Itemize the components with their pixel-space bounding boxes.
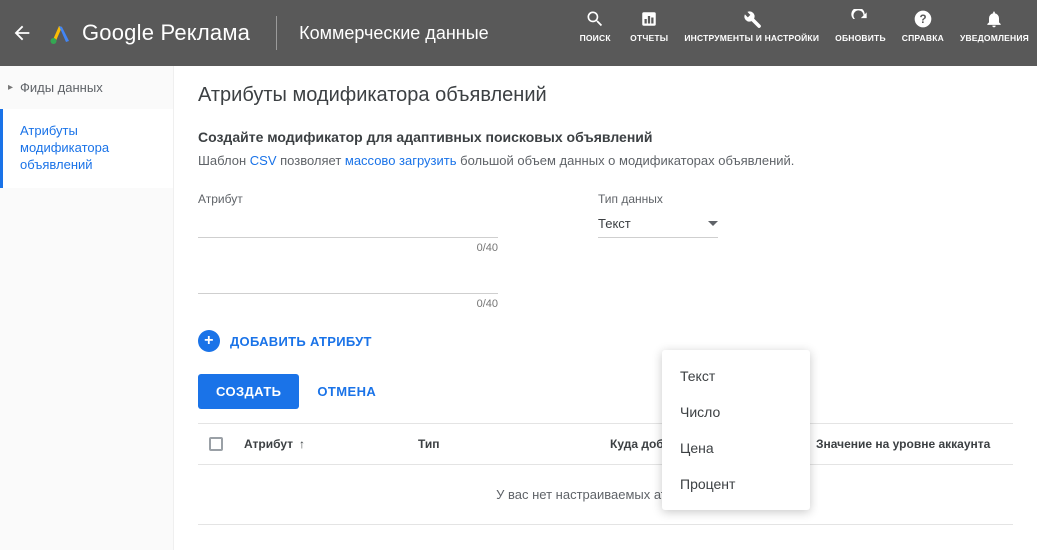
col-account-value-header[interactable]: Значение на уровне аккаунта — [806, 437, 1013, 451]
sidebar: ▸ Фиды данных Атрибуты модификатора объя… — [0, 66, 174, 550]
desc-text: большой объем данных о модификаторах объ… — [457, 153, 795, 168]
notifications-tool[interactable]: УВЕДОМЛЕНИЯ — [952, 0, 1037, 44]
plus-icon: + — [198, 330, 220, 352]
help-label: СПРАВКА — [902, 34, 944, 44]
refresh-tool[interactable]: ОБНОВИТЬ — [827, 0, 894, 44]
page-title: Атрибуты модификатора объявлений — [198, 84, 1013, 107]
datatype-option-number[interactable]: Число — [662, 394, 810, 430]
select-all-cell[interactable] — [198, 437, 234, 451]
table-header-row: Атрибут↑ Тип Куда добавлено Значение на … — [198, 423, 1013, 465]
datatype-option-percent[interactable]: Процент — [662, 466, 810, 502]
back-button[interactable] — [0, 22, 44, 44]
page-description: Шаблон CSV позволяет массово загрузить б… — [198, 153, 1013, 168]
arrow-left-icon — [11, 22, 33, 44]
attribute-input-2[interactable] — [198, 266, 498, 294]
tools-settings-tool[interactable]: ИНСТРУМЕНТЫ И НАСТРОЙКИ — [676, 0, 827, 44]
add-attribute-button[interactable]: + ДОБАВИТЬ АТРИБУТ — [198, 330, 1013, 352]
search-label: ПОИСК — [580, 34, 611, 44]
datatype-dropdown-menu: Текст Число Цена Процент — [662, 350, 810, 510]
csv-link[interactable]: CSV — [250, 153, 277, 168]
svg-text:?: ? — [919, 13, 926, 26]
header-section-title: Коммерческие данные — [299, 23, 489, 44]
datatype-option-price[interactable]: Цена — [662, 430, 810, 466]
datatype-option-text[interactable]: Текст — [662, 358, 810, 394]
col-type-header[interactable]: Тип — [408, 437, 600, 451]
page-subtitle: Создайте модификатор для адаптивных поис… — [198, 129, 1013, 145]
desc-text: позволяет — [277, 153, 345, 168]
wrench-icon — [741, 8, 763, 30]
char-counter-2: 0/40 — [198, 298, 498, 310]
bell-icon — [983, 8, 1005, 30]
ads-logo-icon — [48, 21, 72, 45]
search-icon — [584, 8, 606, 30]
help-icon: ? — [912, 8, 934, 30]
attribute-field-label: Атрибут — [198, 192, 498, 206]
header-divider — [276, 16, 277, 50]
product-name: Google Реклама — [82, 20, 250, 46]
bar-chart-icon — [638, 8, 660, 30]
sort-asc-icon: ↑ — [299, 437, 305, 451]
char-counter-1: 0/40 — [198, 242, 498, 254]
chevron-down-icon — [708, 221, 718, 226]
cancel-button[interactable]: ОТМЕНА — [317, 384, 376, 399]
create-button[interactable]: СОЗДАТЬ — [198, 374, 299, 409]
refresh-label: ОБНОВИТЬ — [835, 34, 886, 44]
col-label: Тип — [418, 437, 440, 451]
help-tool[interactable]: ? СПРАВКА — [894, 0, 952, 44]
col-attribute-header[interactable]: Атрибут ↑ — [234, 437, 408, 451]
chevron-right-icon: ▸ — [8, 82, 13, 93]
sidebar-item-feeds[interactable]: ▸ Фиды данных — [0, 66, 173, 109]
col-label: Атрибут — [244, 437, 293, 451]
reports-label: ОТЧЕТЫ — [630, 34, 668, 44]
desc-text: Шаблон — [198, 153, 250, 168]
sidebar-item-label: Фиды данных — [20, 80, 103, 95]
table-empty-message: У вас нет настраиваемых атрибутов — [198, 465, 1013, 525]
datatype-field-label: Тип данных — [598, 192, 758, 206]
col-label: Значение на уровне аккаунта — [816, 437, 990, 451]
sidebar-item-label: Атрибуты модификатора объявлений — [20, 123, 159, 174]
tools-settings-label: ИНСТРУМЕНТЫ И НАСТРОЙКИ — [684, 34, 819, 44]
add-attribute-label: ДОБАВИТЬ АТРИБУТ — [230, 334, 372, 349]
search-tool[interactable]: ПОИСК — [568, 0, 622, 44]
datatype-select[interactable]: Текст — [598, 210, 718, 238]
product-logo: Google Реклама — [48, 20, 250, 46]
datatype-selected-value: Текст — [598, 216, 631, 231]
notifications-label: УВЕДОМЛЕНИЯ — [960, 34, 1029, 44]
bulk-upload-link[interactable]: массово загрузить — [345, 153, 457, 168]
sidebar-item-attributes[interactable]: Атрибуты модификатора объявлений — [0, 109, 173, 188]
reports-tool[interactable]: ОТЧЕТЫ — [622, 0, 676, 44]
attribute-input-1[interactable] — [198, 210, 498, 238]
checkbox-icon — [209, 437, 223, 451]
refresh-icon — [849, 8, 871, 30]
